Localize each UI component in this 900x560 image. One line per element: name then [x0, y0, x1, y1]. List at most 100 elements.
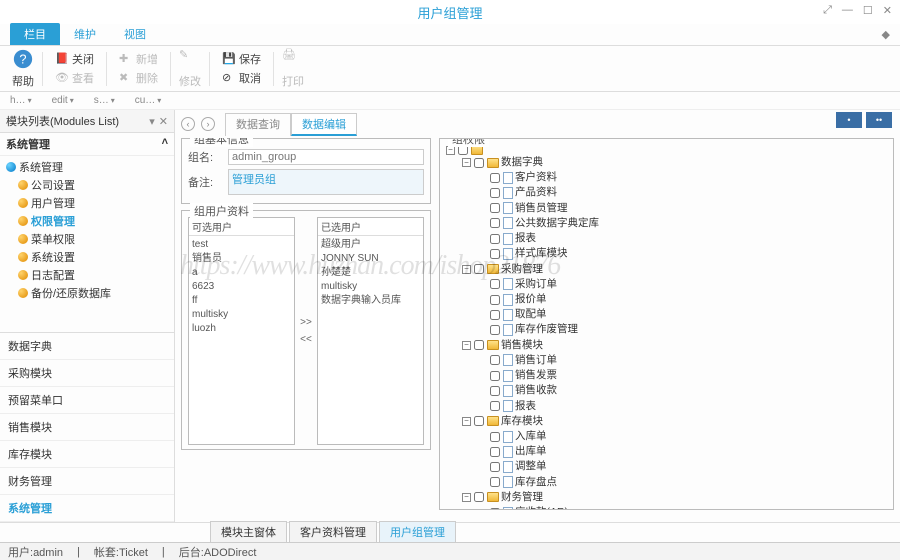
perm-node[interactable]: 报价单: [478, 292, 887, 307]
tree-parent[interactable]: 系统管理: [4, 158, 170, 176]
close-button[interactable]: 📕关闭: [51, 50, 98, 68]
perm-checkbox[interactable]: [490, 355, 500, 365]
chevron-up-icon[interactable]: ˄: [162, 136, 168, 152]
perm-node[interactable]: 入库单: [478, 429, 887, 444]
list-item[interactable]: luozh: [192, 322, 291, 336]
review-button[interactable]: 👁查看: [51, 69, 98, 87]
perm-checkbox[interactable]: [490, 432, 500, 442]
tree-node-5[interactable]: 日志配置: [4, 266, 170, 284]
perm-checkbox[interactable]: [474, 416, 484, 426]
ribbon-tab-main[interactable]: 栏目: [10, 23, 60, 45]
document-tab[interactable]: 模块主窗体: [210, 521, 287, 542]
perm-node[interactable]: −库存模块: [462, 414, 887, 429]
perm-checkbox[interactable]: [474, 340, 484, 350]
expand-icon[interactable]: ⤢: [823, 4, 832, 17]
permission-tree[interactable]: −−数据字典客户资料产品资料销售员管理公共数据字典定库报表样式库模块−采购管理采…: [446, 145, 887, 510]
perm-checkbox[interactable]: [490, 310, 500, 320]
nav-back-icon[interactable]: ‹: [181, 117, 195, 131]
tree-node-1[interactable]: 用户管理: [4, 194, 170, 212]
ws-action-btn-2[interactable]: ••: [866, 112, 892, 128]
perm-node[interactable]: 出库单: [478, 444, 887, 459]
tree-node-4[interactable]: 系统设置: [4, 248, 170, 266]
edit-button[interactable]: ✎ 修改: [175, 47, 205, 90]
quick-item[interactable]: cu…▾: [135, 95, 162, 106]
move-right-icon[interactable]: >>: [300, 317, 312, 328]
sidebar-section[interactable]: 数据字典: [0, 333, 174, 360]
ribbon-help-icon[interactable]: ◆: [882, 28, 890, 41]
perm-checkbox[interactable]: [490, 249, 500, 259]
perm-checkbox[interactable]: [490, 295, 500, 305]
expand-icon[interactable]: −: [462, 341, 471, 350]
list-item[interactable]: test: [192, 238, 291, 252]
list-item[interactable]: 超级用户: [321, 238, 420, 252]
perm-node[interactable]: −数据字典: [462, 155, 887, 170]
move-left-icon[interactable]: <<: [300, 334, 312, 345]
expand-icon[interactable]: −: [462, 417, 471, 426]
perm-checkbox[interactable]: [490, 325, 500, 335]
expand-icon[interactable]: −: [462, 158, 471, 167]
perm-node[interactable]: 采购订单: [478, 277, 887, 292]
group-name-input[interactable]: [228, 149, 424, 165]
list-item[interactable]: 数据字典输入员库: [321, 294, 420, 308]
ribbon-tab-maintain[interactable]: 维护: [60, 23, 110, 45]
perm-checkbox[interactable]: [474, 158, 484, 168]
tree-node-2[interactable]: 权限管理: [4, 212, 170, 230]
ribbon-tab-view[interactable]: 视图: [110, 23, 160, 45]
perm-checkbox[interactable]: [474, 492, 484, 502]
close-icon[interactable]: ✕: [883, 4, 892, 17]
expand-icon[interactable]: −: [462, 493, 471, 502]
group-remark-input[interactable]: [228, 169, 424, 195]
minimize-icon[interactable]: —: [842, 4, 853, 17]
help-button[interactable]: ? 帮助: [8, 47, 38, 90]
perm-node[interactable]: 销售员管理: [478, 201, 887, 216]
perm-node[interactable]: −采购管理: [462, 262, 887, 277]
cancel-button[interactable]: ⊘取消: [218, 69, 265, 87]
perm-checkbox[interactable]: [490, 462, 500, 472]
list-item[interactable]: multisky: [321, 280, 420, 294]
list-item[interactable]: 孙楚楚: [321, 266, 420, 280]
list-item[interactable]: JONNY SUN: [321, 252, 420, 266]
maximize-icon[interactable]: ☐: [863, 4, 873, 17]
sidebar-section[interactable]: 采购模块: [0, 360, 174, 387]
perm-node[interactable]: 销售收款: [478, 383, 887, 398]
ws-tab-query[interactable]: 数据查询: [225, 113, 291, 136]
tree-node-3[interactable]: 菜单权限: [4, 230, 170, 248]
sidebar-section[interactable]: 预留菜单口: [0, 387, 174, 414]
perm-node[interactable]: −销售模块: [462, 338, 887, 353]
perm-node[interactable]: 库存盘点: [478, 475, 887, 490]
perm-node[interactable]: 取配单: [478, 307, 887, 322]
perm-checkbox[interactable]: [490, 218, 500, 228]
perm-checkbox[interactable]: [490, 447, 500, 457]
perm-checkbox[interactable]: [490, 386, 500, 396]
perm-node[interactable]: 应收款(AR): [478, 505, 887, 510]
tree-node-0[interactable]: 公司设置: [4, 176, 170, 194]
perm-node[interactable]: 销售发票: [478, 368, 887, 383]
perm-node[interactable]: 报表: [478, 399, 887, 414]
perm-node[interactable]: 库存作废管理: [478, 322, 887, 337]
nav-fwd-icon[interactable]: ›: [201, 117, 215, 131]
quick-item[interactable]: s…▾: [94, 95, 115, 106]
perm-node[interactable]: 报表: [478, 231, 887, 246]
sidebar-section[interactable]: 财务管理: [0, 468, 174, 495]
quick-item[interactable]: edit▾: [52, 95, 74, 106]
sidebar-section[interactable]: 库存模块: [0, 441, 174, 468]
expand-icon[interactable]: −: [462, 265, 471, 274]
perm-checkbox[interactable]: [490, 401, 500, 411]
available-users-list[interactable]: 可选用户 test销售员a6623ffmultiskyluozh: [188, 217, 295, 445]
perm-checkbox[interactable]: [490, 234, 500, 244]
tree-node-6[interactable]: 备份/还原数据库: [4, 284, 170, 302]
add-button[interactable]: ✚新增: [115, 50, 162, 68]
perm-node[interactable]: 样式库模块: [478, 246, 887, 261]
sidebar-section[interactable]: 销售模块: [0, 414, 174, 441]
list-item[interactable]: a: [192, 266, 291, 280]
document-tab[interactable]: 用户组管理: [379, 521, 456, 542]
list-item[interactable]: ff: [192, 294, 291, 308]
print-button[interactable]: 🖨 打印: [278, 47, 308, 90]
sidebar-section[interactable]: 系统管理: [0, 495, 174, 522]
perm-node[interactable]: 公共数据字典定库: [478, 216, 887, 231]
quick-item[interactable]: h…▾: [10, 95, 32, 106]
selected-users-list[interactable]: 已选用户 超级用户JONNY SUN孙楚楚multisky数据字典输入员库: [317, 217, 424, 445]
perm-checkbox[interactable]: [490, 279, 500, 289]
sidebar-menu-icon[interactable]: ▾: [149, 115, 155, 128]
perm-node[interactable]: 产品资料: [478, 185, 887, 200]
